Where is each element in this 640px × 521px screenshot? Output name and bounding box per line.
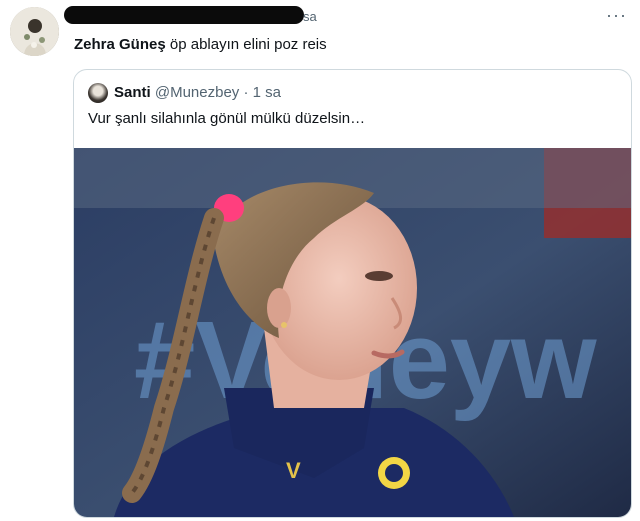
reply-content: öp ablayın elini poz reis [169,36,327,53]
tweet-card[interactable]: sa ··· Zehra Güneş öp ablayın elini poz … [0,0,640,521]
quoted-handle: @Munezbey [154,84,240,101]
quoted-photo[interactable]: #Volleyw V [74,148,631,517]
reply-author-name[interactable]: Zehra Güneş [74,36,166,53]
user-avatar[interactable] [10,7,59,56]
svg-text:V: V [286,458,301,483]
redacted-username [64,6,304,24]
quoted-time: 1 sa [252,84,281,101]
more-icon[interactable]: ··· [606,6,627,24]
quoted-tweet[interactable]: Santi @Munezbey · 1 sa Vur şanlı silahın… [73,69,632,518]
quoted-author-name: Santi [114,84,151,101]
quoted-avatar [88,83,108,103]
quoted-header: Santi @Munezbey · 1 sa [114,84,281,101]
quoted-text: Vur şanlı silahınla gönül mülkü düzelsin… [88,110,366,127]
reply-text-line: Zehra Güneş öp ablayın elini poz reis [74,36,327,53]
separator-dot: · [243,84,249,101]
tweet-time[interactable]: sa [303,9,317,24]
